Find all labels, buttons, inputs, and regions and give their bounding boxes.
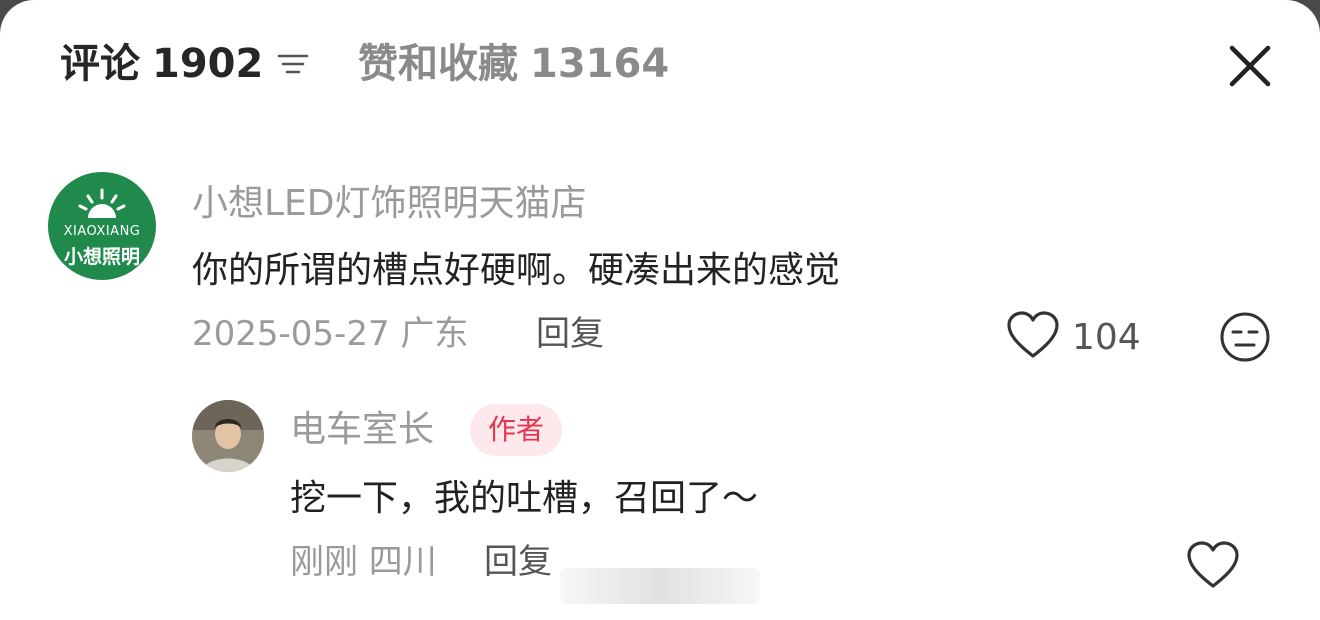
author-badge: 作者 [470, 404, 563, 456]
tab-likes-label: 赞和收藏 [358, 41, 518, 87]
watermark [560, 568, 760, 604]
heart-icon [1007, 311, 1059, 358]
comment-text: 你的所谓的槽点好硬啊。硬凑出来的感觉 [192, 250, 841, 291]
heart-icon [1187, 541, 1239, 588]
sun-logo-icon [78, 188, 126, 218]
tab-likes-favorites[interactable]: 赞和收藏 13164 [358, 38, 669, 90]
close-button[interactable] [1224, 40, 1276, 92]
person-photo-icon [192, 400, 264, 472]
like-count: 104 [1072, 317, 1141, 358]
reply-author-username[interactable]: 电车室长 [290, 408, 434, 452]
reply-text: 挖一下，我的吐槽，召回了～ [290, 478, 759, 519]
reply-reply-button[interactable]: 回复 [484, 540, 552, 584]
avatar-logo-subtext: 小想照明 [63, 246, 140, 268]
neutral-face-icon [1220, 312, 1270, 362]
comment-meta: 2025-05-27 广东 [192, 314, 469, 354]
commenter-username[interactable]: 小想LED灯饰照明天猫店 [192, 182, 587, 226]
reply-meta: 刚刚 四川 [290, 542, 437, 582]
comments-count: 1902 [152, 41, 264, 87]
sort-icon[interactable] [275, 46, 311, 82]
sheet-header: 评论 1902 赞和收藏 13164 [0, 0, 1320, 130]
comments-sheet: 评论 1902 赞和收藏 13164 XIAOXIANG 小想照明 小想LED灯… [0, 0, 1320, 620]
tab-comments[interactable]: 评论 1902 [60, 38, 311, 90]
emoji-reaction-button[interactable] [1218, 310, 1272, 368]
tab-comments-label: 评论 [60, 41, 140, 87]
reply-button[interactable]: 回复 [536, 312, 604, 356]
commenter-avatar[interactable]: XIAOXIANG 小想照明 [48, 172, 156, 280]
like-button[interactable] [1006, 310, 1060, 364]
reply-author-avatar[interactable] [192, 400, 264, 472]
avatar-logo-text: XIAOXIANG [63, 224, 141, 239]
reply-like-button[interactable] [1186, 540, 1240, 594]
likes-count: 13164 [530, 41, 670, 87]
close-icon [1229, 45, 1271, 87]
